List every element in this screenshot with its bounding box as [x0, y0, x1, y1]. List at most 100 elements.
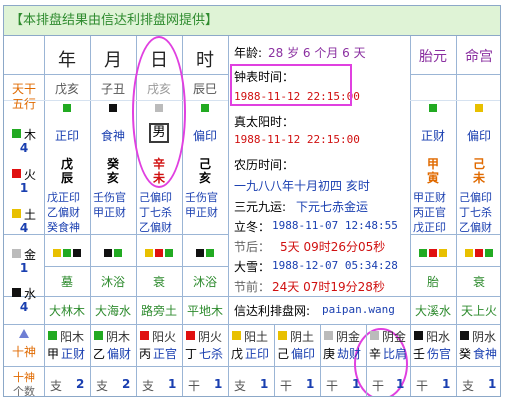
minggong-shensha: 衰 — [472, 275, 485, 289]
element-square-icon — [370, 331, 379, 340]
before-value: 24天 07时19分28秒 — [272, 280, 385, 294]
wood-square-icon — [429, 104, 437, 112]
wood-square-icon — [12, 129, 21, 138]
before-label: 节前： — [234, 280, 271, 294]
yinyang-label: 阴火 — [198, 330, 223, 344]
shishen-label: 十神 — [11, 345, 36, 359]
bottom-shishen: 正财 — [61, 347, 86, 361]
canggan-line: 甲正财 — [413, 191, 446, 204]
earth-square-icon — [53, 249, 61, 257]
wood-square-icon — [114, 249, 122, 257]
lunar-value: 一九八八年十月初四 亥时 — [234, 179, 370, 193]
pillar-header-month: 月 — [104, 50, 122, 71]
bottom-shishen: 偏印 — [291, 347, 316, 361]
count-label: 个数 — [13, 385, 35, 397]
earth-square-icon — [12, 209, 21, 218]
earth-square-icon — [439, 249, 447, 257]
count-value: 2 — [76, 377, 85, 391]
pillar-shishen: 偏印 — [192, 129, 217, 143]
grid-line — [320, 324, 321, 396]
solar-value: 1988-11-12 22:15:00 — [234, 133, 360, 146]
site-label: 信达利排盘网: — [234, 304, 311, 318]
yinyang-label: 阴土 — [290, 330, 315, 344]
taiyuan-gan: 正财 — [420, 129, 445, 143]
bottom-gan: 丙 — [139, 347, 152, 361]
bottom-gan: 己 — [277, 347, 290, 361]
grid-line — [410, 74, 500, 75]
count-kind: 干 — [280, 379, 293, 393]
taiyuan-shensha: 胎 — [426, 275, 439, 289]
age-value: 28 岁 6 个月 6 天 — [268, 46, 366, 60]
earth-square-icon — [475, 104, 483, 112]
pillar-zhi-char: 亥 — [198, 171, 211, 185]
wuxing-count: 1 — [19, 181, 29, 195]
wood-square-icon — [201, 104, 209, 112]
wuxing-count: 1 — [19, 261, 29, 275]
grid-line — [136, 324, 137, 396]
count-kind: 支 — [96, 379, 109, 393]
grid-line — [228, 324, 229, 396]
bottom-shishen: 食神 — [473, 347, 498, 361]
wood-square-icon — [485, 249, 493, 257]
count-value: 1 — [306, 377, 315, 391]
count-kind: 支 — [50, 379, 63, 393]
lunar-label: 农历时间： — [234, 158, 295, 172]
element-square-icon — [232, 331, 241, 340]
pillar-shensha: 墓 — [60, 275, 73, 289]
count-value: 1 — [260, 377, 269, 391]
age-label: 年龄: — [234, 46, 263, 60]
count-value: 2 — [122, 377, 131, 391]
yinyang-label: 阳土 — [244, 330, 269, 344]
count-kind: 支 — [234, 379, 247, 393]
count-value: 1 — [168, 377, 177, 391]
canggan-line: 丙正官 — [413, 206, 446, 219]
count-kind: 支 — [142, 379, 155, 393]
pillar-nayin: 路旁土 — [140, 304, 177, 318]
water-square-icon — [104, 249, 112, 257]
canggan-line: 壬伤官 — [185, 191, 218, 204]
count-value: 1 — [352, 377, 361, 391]
canggan-line: 戊正印 — [413, 221, 446, 234]
sanyuan-label: 三元九运: — [234, 200, 287, 214]
element-square-icon — [94, 331, 103, 340]
wood-square-icon — [63, 104, 71, 112]
count-kind: 支 — [462, 379, 475, 393]
pillar-gan: 戊亥 — [54, 82, 79, 96]
wood-square-icon — [419, 249, 427, 257]
site-link[interactable]: paipan.wang — [322, 303, 395, 316]
canggan-line: 乙偏财 — [459, 221, 492, 234]
bottom-gan: 癸 — [459, 347, 472, 361]
count-kind: 干 — [188, 379, 201, 393]
canggan-line: 甲正财 — [185, 206, 218, 219]
yinyang-label: 阳木 — [60, 330, 85, 344]
fire-square-icon — [429, 249, 437, 257]
grid-line — [4, 324, 500, 325]
minggong-zhi-char: 未 — [472, 171, 485, 185]
water-square-icon — [12, 288, 21, 297]
fire-square-icon — [155, 249, 163, 257]
bottom-shishen: 七杀 — [199, 347, 224, 361]
yinyang-label: 阴水 — [472, 330, 497, 344]
count-value: 1 — [442, 377, 451, 391]
pillar-shishen: 食神 — [100, 129, 125, 143]
pillar-shensha: 衰 — [152, 275, 165, 289]
bottom-gan: 庚 — [323, 347, 336, 361]
canggan-line: 壬伤官 — [93, 191, 126, 204]
water-square-icon — [109, 104, 117, 112]
pillar-gan: 辰巳 — [192, 82, 217, 96]
element-square-icon — [278, 331, 287, 340]
pillar-zhi-char: 亥 — [106, 171, 119, 185]
lidong-value: 1988-11-07 12:48:55 — [272, 219, 398, 232]
count-value: 1 — [396, 377, 405, 391]
wuxing-count: 4 — [19, 221, 29, 235]
grid-line — [4, 74, 228, 75]
bottom-gan: 乙 — [93, 347, 106, 361]
grid-line — [90, 324, 91, 396]
after-value: 5天 09时26分05秒 — [280, 240, 386, 254]
canggan-line: 己偏印 — [459, 191, 492, 204]
yinyang-label: 阴金 — [382, 330, 407, 344]
metal-square-icon — [12, 249, 21, 258]
count-value: 1 — [488, 377, 497, 391]
yinyang-label: 阴木 — [106, 330, 131, 344]
element-square-icon — [324, 331, 333, 340]
